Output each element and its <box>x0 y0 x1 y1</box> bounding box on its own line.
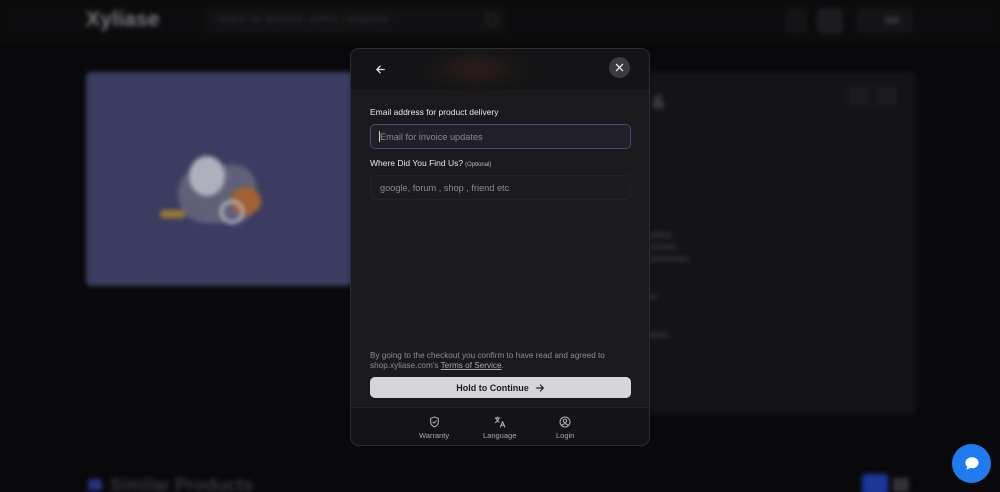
modal-footer: Warranty Language Login <box>351 407 649 445</box>
terms-of-service-link[interactable]: Terms of Service <box>441 361 502 370</box>
language-link[interactable]: Language <box>483 416 516 440</box>
source-input[interactable] <box>370 175 631 200</box>
warranty-link[interactable]: Warranty <box>419 416 449 440</box>
language-label: Language <box>483 431 517 440</box>
close-icon <box>615 63 624 72</box>
back-button[interactable] <box>369 58 391 80</box>
login-link[interactable]: Login <box>556 416 574 440</box>
login-label: Login <box>556 431 575 440</box>
header-glow <box>421 49 531 89</box>
user-circle-icon <box>559 416 571 428</box>
checkout-modal: Email address for product delivery Where… <box>350 48 650 446</box>
warranty-label: Warranty <box>419 431 450 440</box>
hold-to-continue-button[interactable]: Hold to Continue <box>370 377 631 398</box>
optional-tag: (Optional) <box>465 162 492 168</box>
arrow-right-icon <box>535 383 544 392</box>
live-chat-button[interactable] <box>952 444 991 483</box>
email-label-text: Email address for product delivery <box>370 107 499 117</box>
email-input[interactable] <box>370 124 631 149</box>
source-label: Where Did You Find Us? (Optional) <box>370 158 491 168</box>
close-button[interactable] <box>609 57 630 78</box>
arrow-left-icon <box>375 65 385 73</box>
continue-label: Hold to Continue <box>456 382 529 393</box>
modal-header <box>351 49 649 89</box>
text-caret <box>379 131 380 142</box>
translate-icon <box>494 416 505 428</box>
terms-notice: By going to the checkout you confirm to … <box>370 351 632 371</box>
chat-bubble-icon <box>964 457 979 470</box>
terms-suffix: . <box>501 361 504 370</box>
source-label-text: Where Did You Find Us? <box>370 158 464 168</box>
shield-check-icon <box>429 416 439 428</box>
